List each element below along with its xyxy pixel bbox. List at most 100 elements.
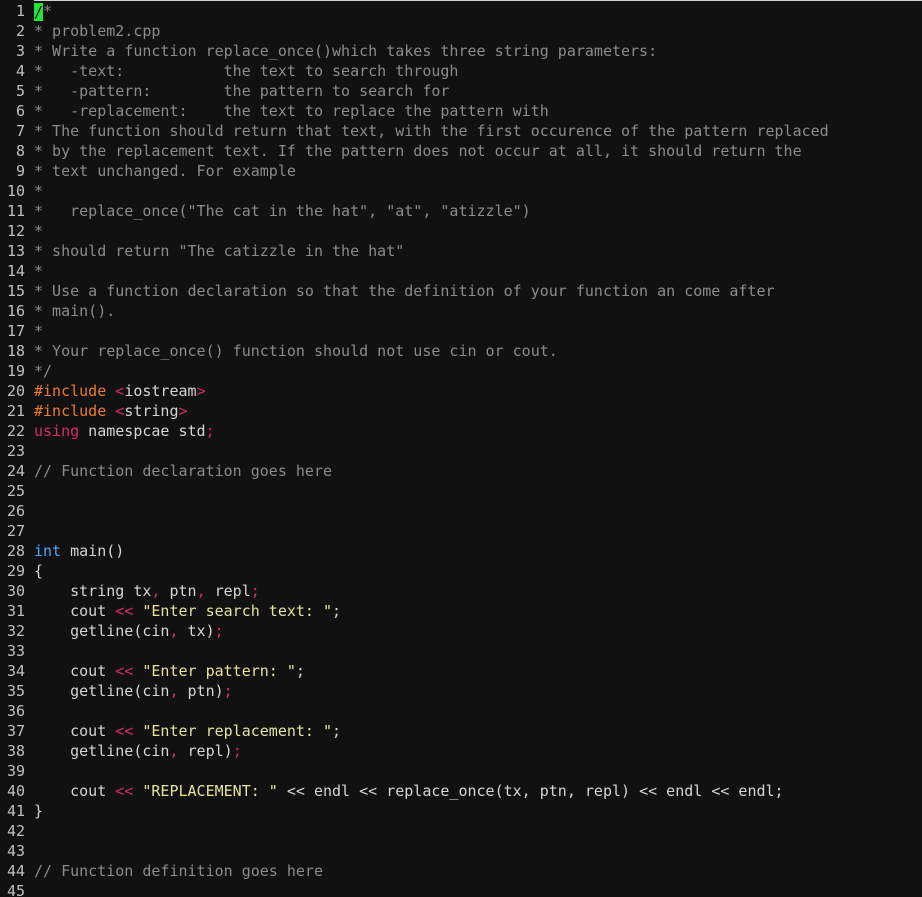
line-code: *: [34, 221, 43, 241]
line-code: cout << "Enter replacement: ";: [34, 721, 341, 741]
code-token: getline(cin: [34, 682, 170, 700]
code-line[interactable]: 24 // Function declaration goes here: [0, 461, 922, 481]
code-line[interactable]: 4 * -text: the text to search through: [0, 61, 922, 81]
code-line[interactable]: 38 getline(cin, repl);: [0, 741, 922, 761]
code-line[interactable]: 16 * main().: [0, 301, 922, 321]
code-token: #include: [34, 382, 116, 400]
code-line[interactable]: 37 cout << "Enter replacement: ";: [0, 721, 922, 741]
code-line[interactable]: 15 * Use a function declaration so that t…: [0, 281, 922, 301]
line-code: */: [34, 361, 52, 381]
line-code: *: [34, 261, 43, 281]
code-token: ,: [169, 622, 179, 640]
code-line[interactable]: 42: [0, 821, 922, 841]
line-number: 16: [6, 302, 25, 320]
line-number: 39: [6, 762, 25, 780]
line-number: 31: [6, 602, 25, 620]
code-line[interactable]: 8 * by the replacement text. If the patte…: [0, 141, 922, 161]
code-line[interactable]: 39: [0, 761, 922, 781]
code-line[interactable]: 1 /*: [0, 1, 922, 21]
code-line[interactable]: 2 * problem2.cpp: [0, 21, 922, 41]
code-token: }: [34, 802, 44, 820]
line-number: 22: [6, 422, 25, 440]
line-number: 18: [6, 342, 25, 360]
code-editor[interactable]: 1/* 2 * problem2.cpp 3 * Write a function re…: [0, 0, 922, 897]
code-token: ;: [295, 662, 305, 680]
code-line[interactable]: 40 cout << "REPLACEMENT: " << endl << re…: [0, 781, 922, 801]
code-token: >: [196, 382, 206, 400]
line-number: 13: [6, 242, 25, 260]
code-line[interactable]: 22 using namespcae std;: [0, 421, 922, 441]
line-code: getline(cin, tx);: [34, 621, 224, 641]
line-code: * Your replace_once() function should no…: [34, 341, 558, 361]
code-token: string: [124, 402, 179, 420]
code-token: *: [34, 262, 44, 280]
code-token: <<: [115, 722, 134, 740]
code-line[interactable]: 21 #include <string>: [0, 401, 922, 421]
code-token: "Enter replacement: ": [142, 722, 333, 740]
line-number: 7: [15, 122, 25, 140]
code-line[interactable]: 28 int main(): [0, 541, 922, 561]
code-token: >: [178, 402, 188, 420]
code-line[interactable]: 35 getline(cin, ptn);: [0, 681, 922, 701]
code-line[interactable]: 41}: [0, 801, 922, 821]
line-number: 24: [6, 462, 25, 480]
line-number: 30: [6, 582, 25, 600]
line-code: * problem2.cpp: [34, 21, 160, 41]
line-number: 15: [6, 282, 25, 300]
code-line[interactable]: 13 * should return "The catizzle in the h…: [0, 241, 922, 261]
code-token: cout: [34, 602, 116, 620]
code-line[interactable]: 7 * The function should return that text,…: [0, 121, 922, 141]
line-code: cout << "REPLACEMENT: " << endl << repla…: [34, 781, 783, 801]
code-line[interactable]: 12 *: [0, 221, 922, 241]
line-code: * by the replacement text. If the patter…: [34, 141, 802, 161]
code-token: repl: [205, 582, 251, 600]
code-line[interactable]: 27: [0, 521, 922, 541]
line-number: 8: [15, 142, 25, 160]
line-code: * Use a function declaration so that the…: [34, 281, 775, 301]
line-code: * The function should return that text, …: [34, 121, 829, 141]
line-code: }: [34, 801, 43, 821]
code-line[interactable]: 18 * Your replace_once() function should …: [0, 341, 922, 361]
code-line[interactable]: 11 * replace_once("The cat in the hat", "…: [0, 201, 922, 221]
line-code: int main(): [34, 541, 124, 561]
line-number: 45: [6, 882, 25, 897]
code-line[interactable]: 33: [0, 641, 922, 661]
code-line[interactable]: 43: [0, 841, 922, 861]
code-line[interactable]: 3 * Write a function replace_once()which …: [0, 41, 922, 61]
code-lines[interactable]: 1/* 2 * problem2.cpp 3 * Write a function re…: [0, 1, 922, 897]
code-line[interactable]: 23: [0, 441, 922, 461]
code-line[interactable]: 17 *: [0, 321, 922, 341]
code-line[interactable]: 5 * -pattern: the pattern to search for: [0, 81, 922, 101]
code-line[interactable]: 20 #include <iostream>: [0, 381, 922, 401]
code-line[interactable]: 25: [0, 481, 922, 501]
code-line[interactable]: 30 string tx, ptn, repl;: [0, 581, 922, 601]
code-line[interactable]: 36: [0, 701, 922, 721]
code-line[interactable]: 32 getline(cin, tx);: [0, 621, 922, 641]
code-line[interactable]: 29 {: [0, 561, 922, 581]
code-token: cout: [34, 782, 116, 800]
code-line[interactable]: 19 */: [0, 361, 922, 381]
code-line[interactable]: 44 // Function definition goes here: [0, 861, 922, 881]
code-token: getline(cin: [34, 622, 170, 640]
code-line[interactable]: 9 * text unchanged. For example: [0, 161, 922, 181]
code-token: <: [115, 382, 125, 400]
code-line[interactable]: 45: [0, 881, 922, 897]
code-line[interactable]: 6 * -replacement: the text to replace the…: [0, 101, 922, 121]
code-token: * problem2.cpp: [34, 22, 161, 40]
code-token: ;: [223, 682, 233, 700]
code-line[interactable]: 34 cout << "Enter pattern: ";: [0, 661, 922, 681]
line-number: 32: [6, 622, 25, 640]
line-number: 23: [6, 442, 25, 460]
code-token: ;: [214, 622, 224, 640]
line-code: {: [34, 561, 43, 581]
code-line[interactable]: 26: [0, 501, 922, 521]
code-line[interactable]: 10 *: [0, 181, 922, 201]
line-number: 9: [15, 162, 25, 180]
line-number: 34: [6, 662, 25, 680]
code-token: * Your replace_once() function should no…: [34, 342, 558, 360]
code-token: #include: [34, 402, 116, 420]
line-code: * Write a function replace_once()which t…: [34, 41, 657, 61]
code-line[interactable]: 31 cout << "Enter search text: ";: [0, 601, 922, 621]
code-token: repl): [178, 742, 233, 760]
code-line[interactable]: 14 *: [0, 261, 922, 281]
